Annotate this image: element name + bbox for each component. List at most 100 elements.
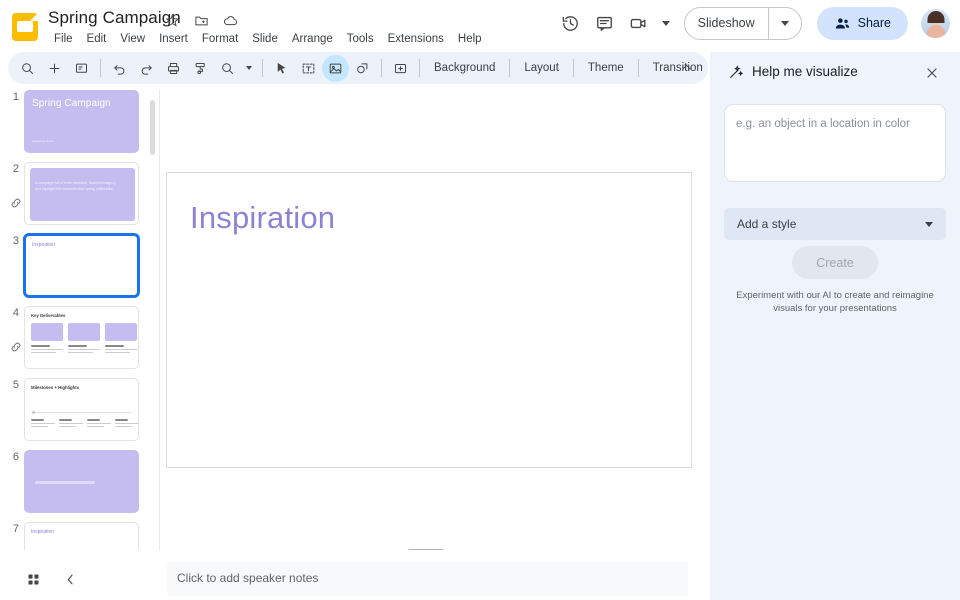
- thumb-subtitle: Marketing Deck: [32, 139, 53, 143]
- comment-history-icon[interactable]: [588, 6, 622, 40]
- slides-app-icon: [12, 13, 38, 41]
- menu-insert[interactable]: Insert: [152, 29, 195, 49]
- filmstrip-slide-1[interactable]: 1 Spring Campaign Marketing Deck: [0, 90, 160, 153]
- divider: [509, 59, 510, 77]
- top-bar: Spring Campaign File Edit View Insert Fo…: [0, 0, 960, 52]
- paint-format-icon[interactable]: [187, 55, 214, 82]
- panel-description: Experiment with our AI to create and rei…: [732, 289, 938, 315]
- people-icon: [834, 15, 851, 32]
- zoom-icon[interactable]: [214, 55, 241, 82]
- meet-camera-icon[interactable]: [622, 6, 656, 40]
- cloud-saved-icon[interactable]: [221, 11, 239, 29]
- shape-icon[interactable]: [349, 55, 376, 82]
- filmstrip-slide-2[interactable]: 2 A campaign full of fresh direction, fl…: [0, 162, 160, 225]
- title-action-icons: [163, 11, 239, 29]
- slide-number: 1: [0, 90, 22, 103]
- help-me-visualize-panel: Help me visualize e.g. an object in a lo…: [710, 52, 960, 600]
- menu-file[interactable]: File: [47, 29, 80, 49]
- new-slide-icon[interactable]: [41, 55, 68, 82]
- slide-number: 5: [0, 378, 22, 391]
- version-history-icon[interactable]: [554, 6, 588, 40]
- menu-help[interactable]: Help: [451, 29, 489, 49]
- chevron-down-icon: [925, 222, 933, 227]
- menu-tools[interactable]: Tools: [340, 29, 381, 49]
- divider: [638, 59, 639, 77]
- meet-dropdown-caret[interactable]: [656, 6, 676, 40]
- thumb-title: Milestones + Highlights: [31, 385, 79, 390]
- select-cursor-icon[interactable]: [268, 55, 295, 82]
- slide-thumbnail[interactable]: Inspiration: [24, 234, 139, 297]
- linked-slide-icon: [9, 340, 23, 354]
- slide-thumbnail[interactable]: [24, 450, 139, 513]
- insert-image-icon[interactable]: [322, 55, 349, 82]
- slideshow-dropdown-button[interactable]: [769, 7, 801, 40]
- menu-bar: File Edit View Insert Format Slide Arran…: [47, 29, 489, 49]
- thumb-captions: [31, 345, 137, 353]
- chevron-down-icon: [781, 21, 789, 26]
- current-slide-canvas[interactable]: Inspiration: [166, 172, 692, 468]
- create-button[interactable]: Create: [792, 246, 878, 279]
- slide-title-textbox[interactable]: Inspiration: [190, 200, 335, 236]
- divider: [262, 59, 263, 77]
- visualize-prompt-input[interactable]: e.g. an object in a location in color: [724, 104, 946, 182]
- theme-builder-icon[interactable]: [68, 55, 95, 82]
- slideshow-label: Slideshow: [685, 8, 768, 39]
- background-button[interactable]: Background: [425, 58, 504, 78]
- filmstrip-slide-6[interactable]: 6: [0, 450, 160, 513]
- undo-icon[interactable]: [106, 55, 133, 82]
- print-icon[interactable]: [160, 55, 187, 82]
- thumb-placeholder-bar: [35, 481, 95, 484]
- divider: [573, 59, 574, 77]
- slideshow-button[interactable]: Slideshow: [684, 7, 802, 40]
- account-avatar[interactable]: [921, 9, 950, 38]
- filmstrip-slide-4[interactable]: 4 Key Deliverables: [0, 306, 160, 369]
- panel-header: Help me visualize: [710, 52, 960, 92]
- theme-button[interactable]: Theme: [579, 58, 633, 78]
- slide-number: 4: [0, 306, 22, 319]
- star-icon[interactable]: [163, 11, 181, 29]
- thumb-title: Key Deliverables: [31, 313, 65, 318]
- menu-edit[interactable]: Edit: [80, 29, 114, 49]
- close-icon[interactable]: [920, 61, 944, 85]
- document-title[interactable]: Spring Campaign: [48, 8, 181, 28]
- create-label: Create: [816, 256, 854, 270]
- menu-extensions[interactable]: Extensions: [381, 29, 451, 49]
- layout-button[interactable]: Layout: [515, 58, 568, 78]
- filmstrip-slide-7[interactable]: 7 Inspiration: [0, 522, 160, 550]
- filmstrip-slide-3[interactable]: 3 Inspiration: [0, 234, 160, 297]
- zoom-dropdown-caret[interactable]: [241, 55, 257, 82]
- collapse-toolbar-icon[interactable]: [673, 54, 700, 81]
- slide-thumbnail[interactable]: A campaign full of fresh direction, flav…: [24, 162, 139, 225]
- thumb-timeline-line: [31, 412, 131, 413]
- divider: [100, 59, 101, 77]
- redo-icon[interactable]: [133, 55, 160, 82]
- move-to-folder-icon[interactable]: [192, 11, 210, 29]
- filmstrip-scrollbar[interactable]: [150, 100, 155, 155]
- thumb-title: Inspiration: [31, 529, 54, 535]
- collapse-filmstrip-icon[interactable]: [55, 564, 85, 594]
- share-label: Share: [858, 16, 891, 30]
- menu-format[interactable]: Format: [195, 29, 245, 49]
- filmstrip-slide-5[interactable]: 5 Milestones + Highlights: [0, 378, 160, 441]
- add-a-style-select[interactable]: Add a style: [724, 208, 946, 240]
- line-icon[interactable]: [387, 55, 414, 82]
- menu-view[interactable]: View: [113, 29, 152, 49]
- slide-filmstrip[interactable]: 1 Spring Campaign Marketing Deck 2 A cam…: [0, 90, 160, 550]
- slide-number: 6: [0, 450, 22, 463]
- slide-number: 2: [0, 162, 22, 175]
- share-button[interactable]: Share: [817, 7, 908, 40]
- menu-arrange[interactable]: Arrange: [285, 29, 340, 49]
- thumb-title: Spring Campaign: [32, 98, 111, 110]
- speaker-notes-box[interactable]: Click to add speaker notes: [167, 562, 688, 596]
- slide-thumbnail[interactable]: Milestones + Highlights: [24, 378, 139, 441]
- slide-number: 7: [0, 522, 22, 535]
- menu-slide[interactable]: Slide: [245, 29, 285, 49]
- text-box-icon[interactable]: [295, 55, 322, 82]
- search-icon[interactable]: [14, 55, 41, 82]
- grid-view-icon[interactable]: [18, 564, 48, 594]
- slide-thumbnail[interactable]: Inspiration: [24, 522, 139, 550]
- chevron-down-icon: [246, 66, 252, 70]
- divider: [419, 59, 420, 77]
- slide-thumbnail[interactable]: Spring Campaign Marketing Deck: [24, 90, 139, 153]
- slide-thumbnail[interactable]: Key Deliverables: [24, 306, 139, 369]
